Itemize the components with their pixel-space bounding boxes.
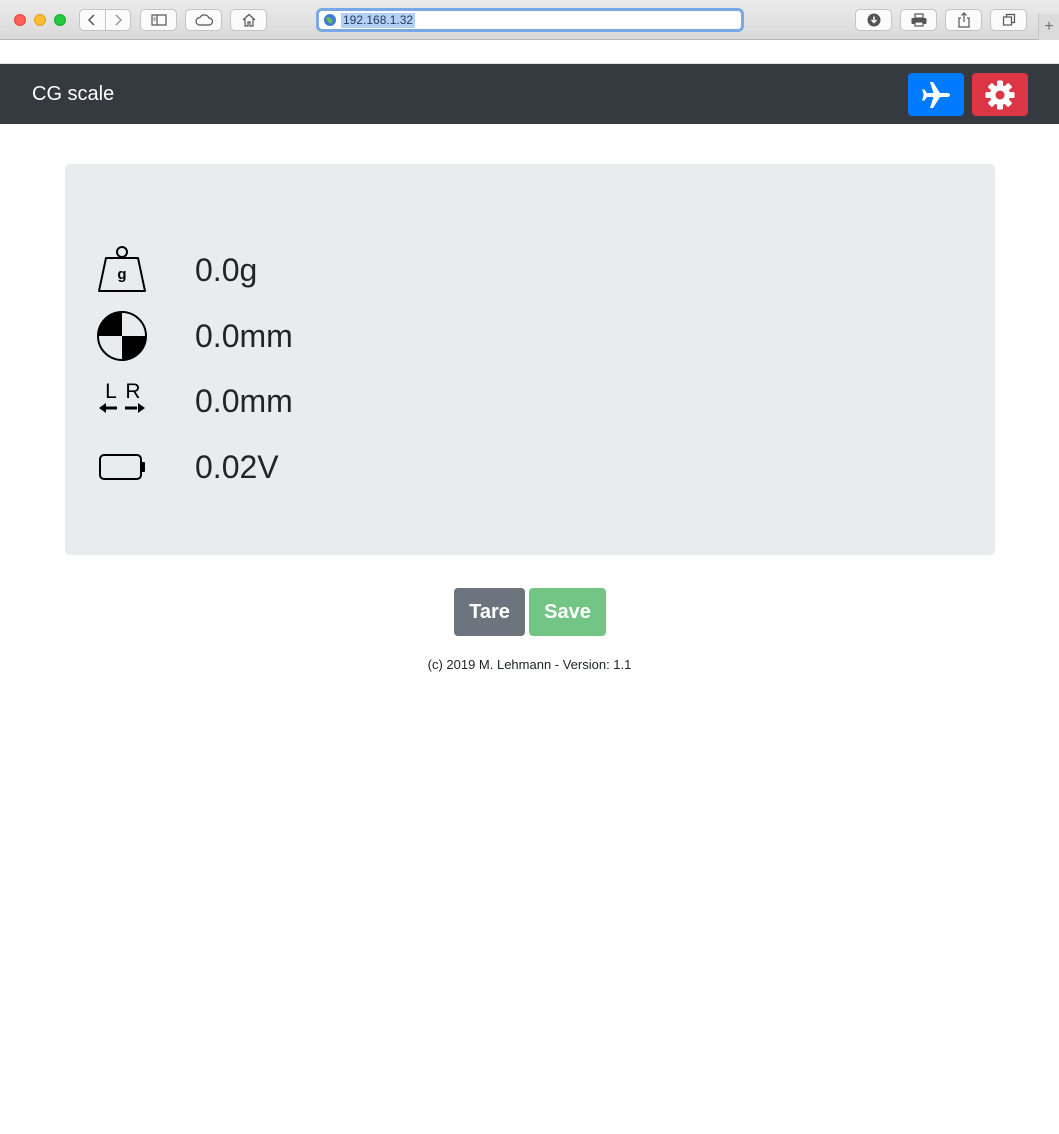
address-bar[interactable]: 192.168.1.32 xyxy=(316,8,744,32)
printer-icon xyxy=(911,13,926,27)
cloud-icon xyxy=(194,14,213,26)
print-button[interactable] xyxy=(900,9,937,31)
weight-icon-letter: g xyxy=(117,266,126,283)
new-tab-button[interactable]: + xyxy=(1038,14,1059,40)
settings-button[interactable] xyxy=(972,73,1028,116)
lateral-icon-right: R xyxy=(125,380,140,403)
lateral-row: L R 0.0mm xyxy=(65,373,665,429)
sidebar-button[interactable] xyxy=(140,9,177,31)
globe-icon xyxy=(324,14,336,26)
cg-row: 0.0mm xyxy=(65,308,665,364)
back-button[interactable] xyxy=(80,10,106,30)
navbar: CG scale xyxy=(0,64,1059,124)
battery-icon xyxy=(99,454,145,480)
lateral-icon: L R xyxy=(99,380,145,413)
icloud-tabs-button[interactable] xyxy=(185,9,222,31)
footer-text: (c) 2019 M. Lehmann - Version: 1.1 xyxy=(427,657,632,672)
browser-toolbar: 192.168.1.32 + xyxy=(0,0,1059,40)
lateral-icon-left: L xyxy=(105,380,117,403)
chevron-right-icon xyxy=(115,14,122,26)
history-navigation xyxy=(79,9,131,31)
cg-value: 0.0mm xyxy=(195,318,293,354)
window-close-button[interactable] xyxy=(14,14,26,26)
downloads-button[interactable] xyxy=(855,9,892,31)
model-button[interactable] xyxy=(908,73,964,116)
weight-row: g 0.0g xyxy=(65,242,665,298)
share-button[interactable] xyxy=(945,9,982,31)
tab-overview-button[interactable] xyxy=(990,9,1027,31)
url-text: 192.168.1.32 xyxy=(341,12,416,28)
window-minimize-button[interactable] xyxy=(34,14,46,26)
battery-row: 0.02V xyxy=(65,439,665,495)
battery-value: 0.02V xyxy=(195,449,279,485)
share-icon xyxy=(957,12,970,28)
lateral-value: 0.0mm xyxy=(195,383,293,419)
tabs-icon xyxy=(1002,13,1015,26)
airplane-icon xyxy=(922,81,950,108)
chevron-left-icon xyxy=(88,14,95,26)
cg-icon xyxy=(97,311,147,361)
home-button[interactable] xyxy=(230,9,267,31)
download-icon xyxy=(867,13,880,27)
weight-value: 0.0g xyxy=(195,252,258,288)
tare-button[interactable]: Tare xyxy=(454,588,525,636)
brand-title[interactable]: CG scale xyxy=(32,83,114,106)
save-button[interactable]: Save xyxy=(529,588,606,636)
readings-panel: g 0.0g 0.0mm L R 0.0mm 0.02V xyxy=(65,164,995,555)
window-maximize-button[interactable] xyxy=(54,14,66,26)
gear-icon xyxy=(985,80,1015,109)
forward-button[interactable] xyxy=(106,10,131,30)
tab-strip xyxy=(0,40,1059,64)
weight-icon: g xyxy=(98,246,146,292)
home-icon xyxy=(242,13,255,27)
sidebar-icon xyxy=(150,14,167,26)
